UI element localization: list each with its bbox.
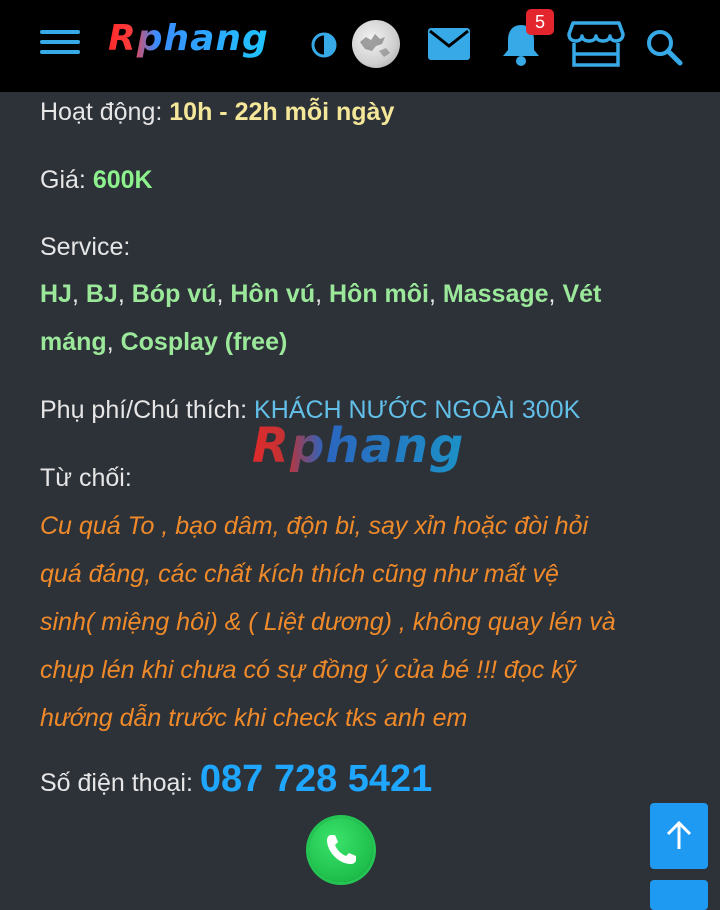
refuse-line: quá đáng, các chất kích thích cũng như m… [40,560,559,588]
service-item: Hôn vú [230,280,316,308]
service-item: Hôn môi [329,280,429,308]
phone-icon [327,835,356,864]
mail-icon[interactable] [427,27,471,61]
hours-value: 10h - 22h mỗi ngày [169,98,395,126]
store-icon[interactable] [567,20,625,68]
price-value: 600K [92,166,153,194]
secondary-floating-button[interactable] [650,880,708,910]
search-icon[interactable] [645,28,683,66]
fee-label: Phụ phí/Chú thích: [40,396,248,424]
call-button[interactable] [309,818,373,882]
price-label: Giá: [40,166,86,194]
theme-toggle-icon[interactable] [311,32,337,58]
top-navigation-bar: Rphang 5 [0,0,720,92]
hours-row: Hoạt động: 10h - 22h mỗi ngày [40,98,394,127]
hamburger-menu-icon[interactable] [40,30,80,60]
service-item: Massage [442,280,549,308]
service-item: Cosplay (free) [120,328,288,356]
phone-label: Số điện thoại: [40,769,193,797]
service-item: Bóp vú [131,280,217,308]
scroll-to-top-button[interactable] [650,803,708,869]
service-list-line-2: máng, Cosplay (free) [40,328,288,356]
user-avatar[interactable] [352,20,400,68]
phone-row: Số điện thoại: 087 728 5421 [40,758,432,801]
arrow-up-icon [666,820,692,849]
notification-count-badge: 5 [526,9,554,35]
service-item: BJ [85,280,118,308]
price-row: Giá: 600K [40,166,153,195]
service-item: HJ [40,280,72,308]
service-label: Service: [40,233,131,261]
refuse-text: Cu quá To , bạo dâm, độn bi, say xỉn hoặ… [40,502,616,742]
refuse-line: Cu quá To , bạo dâm, độn bi, say xỉn hoặ… [40,512,589,540]
refuse-line: hướng dẫn trước khi check tks anh em [40,704,468,732]
site-logo[interactable]: Rphang [108,18,269,59]
hours-label: Hoạt động: [40,98,163,126]
service-list-line-1: HJ, BJ, Bóp vú, Hôn vú, Hôn môi, Massage… [40,280,602,308]
refuse-line: sinh( miệng hôi) & ( Liệt dương) , không… [40,608,616,636]
phone-number-link[interactable]: 087 728 5421 [200,758,432,800]
refuse-line: chụp lén khi chưa có sự đồng ý của bé !!… [40,656,577,684]
watermark-logo: Rphang [252,418,465,474]
refuse-label: Từ chối: [40,464,132,492]
service-item-part: Vét [562,280,602,308]
service-item-part: máng [40,328,107,356]
